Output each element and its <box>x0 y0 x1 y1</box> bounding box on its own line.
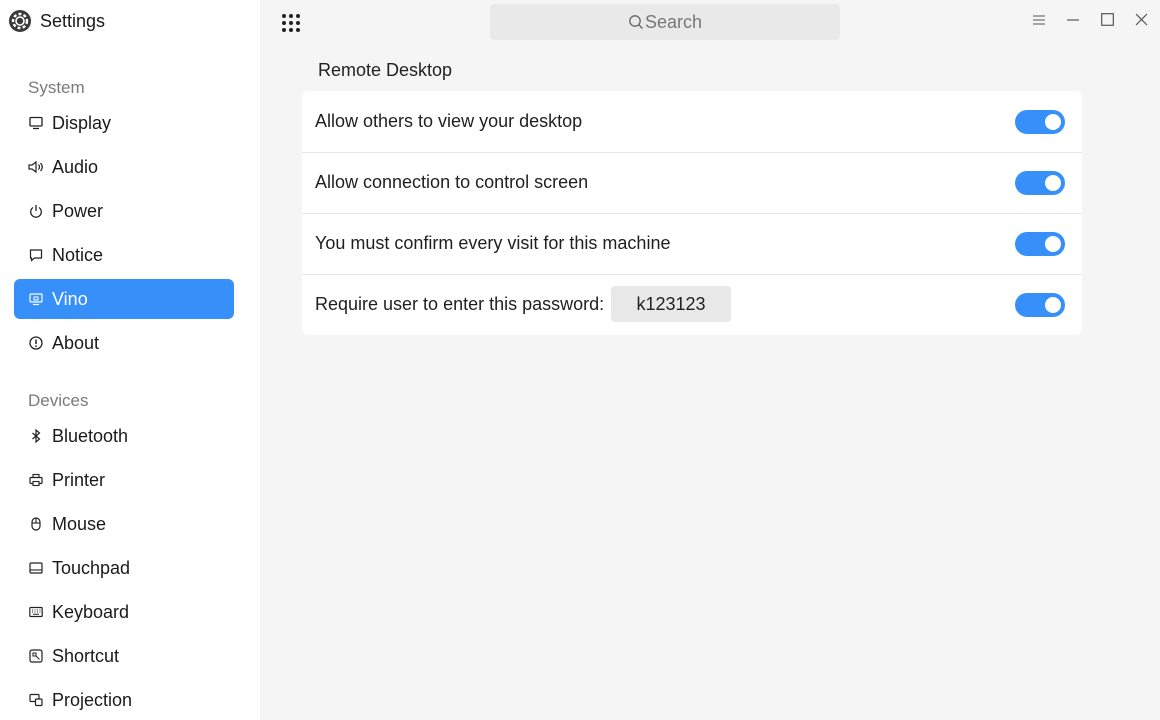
setting-label: Allow others to view your desktop <box>315 111 583 131</box>
app-header: Settings <box>8 8 105 34</box>
search-icon <box>628 14 644 30</box>
row-divider <box>302 213 1082 214</box>
sidebar-item-label: Keyboard <box>52 601 130 622</box>
remote-desktop-icon <box>28 291 44 307</box>
maximize-button[interactable] <box>1097 12 1117 32</box>
monitor-icon <box>28 115 44 131</box>
password-toggle[interactable] <box>1015 293 1065 317</box>
setting-label: Require user to enter this password: <box>315 294 605 314</box>
group-title-system: System <box>28 78 85 97</box>
mouse-icon <box>28 516 44 532</box>
setting-label: Allow connection to control screen <box>315 172 589 192</box>
hamburger-menu-icon <box>1033 13 1045 31</box>
confirm-visit-toggle[interactable] <box>1015 232 1065 256</box>
section-title: Remote Desktop <box>318 60 453 80</box>
toggle-knob <box>1045 236 1061 252</box>
search-placeholder: Search <box>644 11 703 32</box>
password-field[interactable]: k123123 <box>611 286 731 322</box>
projection-icon <box>28 692 44 708</box>
setting-row-view-desktop: Allow others to view your desktop <box>302 91 1082 152</box>
sidebar-item-about[interactable]: About <box>14 323 234 363</box>
sidebar-item-label: Vino <box>52 288 88 309</box>
sidebar-item-mouse[interactable]: Mouse <box>14 504 234 544</box>
sidebar-item-label: Audio <box>52 156 99 177</box>
sidebar-item-label: Notice <box>52 244 104 265</box>
setting-label: You must confirm every visit for this ma… <box>315 233 671 253</box>
sidebar-item-label: Shortcut <box>52 645 120 666</box>
sidebar-item-keyboard[interactable]: Keyboard <box>14 592 234 632</box>
sidebar-item-audio[interactable]: Audio <box>14 147 234 187</box>
sidebar-item-bluetooth[interactable]: Bluetooth <box>14 416 234 456</box>
speaker-icon <box>28 159 44 175</box>
grid-icon <box>280 14 302 38</box>
app-grid-button[interactable] <box>280 12 302 34</box>
view-desktop-toggle[interactable] <box>1015 110 1065 134</box>
sidebar-item-projection[interactable]: Projection <box>14 680 234 720</box>
setting-row-confirm-visit: You must confirm every visit for this ma… <box>302 213 1082 274</box>
sidebar-item-label: Printer <box>52 469 106 490</box>
sidebar-item-power[interactable]: Power <box>14 191 234 231</box>
printer-icon <box>28 472 44 488</box>
message-icon <box>28 247 44 263</box>
setting-row-password: Require user to enter this password: k12… <box>302 274 1082 335</box>
power-icon <box>28 203 44 219</box>
sidebar-item-label: Mouse <box>52 513 107 534</box>
sidebar-item-label: Projection <box>52 689 133 710</box>
sidebar-item-label: Display <box>52 112 112 133</box>
close-icon <box>1135 13 1148 31</box>
app-title: Settings <box>40 10 106 31</box>
search-input[interactable]: Search <box>490 4 840 40</box>
minimize-button[interactable] <box>1063 12 1083 32</box>
info-icon <box>28 335 44 351</box>
sidebar-item-label: Power <box>52 200 104 221</box>
menu-button[interactable] <box>1029 12 1049 32</box>
close-button[interactable] <box>1131 12 1151 32</box>
sidebar-item-label: Touchpad <box>52 557 131 578</box>
group-title-devices: Devices <box>28 391 89 410</box>
toggle-knob <box>1045 297 1061 313</box>
sidebar-item-touchpad[interactable]: Touchpad <box>14 548 234 588</box>
sidebar-item-shortcut[interactable]: Shortcut <box>14 636 234 676</box>
touchpad-icon <box>28 560 44 576</box>
sidebar-item-notice[interactable]: Notice <box>14 235 234 275</box>
minimize-icon <box>1067 13 1079 31</box>
toggle-knob <box>1045 114 1061 130</box>
sidebar-item-label: About <box>52 332 100 353</box>
sidebar: Settings System Display Audio Power Noti… <box>0 0 260 720</box>
sidebar-item-display[interactable]: Display <box>14 103 234 143</box>
bluetooth-icon <box>28 428 44 444</box>
setting-row-control-screen: Allow connection to control screen <box>302 152 1082 213</box>
row-divider <box>302 152 1082 153</box>
sidebar-item-vino[interactable]: Vino <box>14 279 234 319</box>
keyboard-icon <box>28 604 44 620</box>
row-divider <box>302 274 1082 275</box>
sidebar-item-printer[interactable]: Printer <box>14 460 234 500</box>
shortcut-icon <box>28 648 44 664</box>
maximize-icon <box>1100 13 1114 31</box>
settings-card: Allow others to view your desktop Allow … <box>302 91 1082 335</box>
toggle-knob <box>1045 175 1061 191</box>
gear-icon <box>8 9 32 33</box>
control-screen-toggle[interactable] <box>1015 171 1065 195</box>
sidebar-item-label: Bluetooth <box>52 425 129 446</box>
